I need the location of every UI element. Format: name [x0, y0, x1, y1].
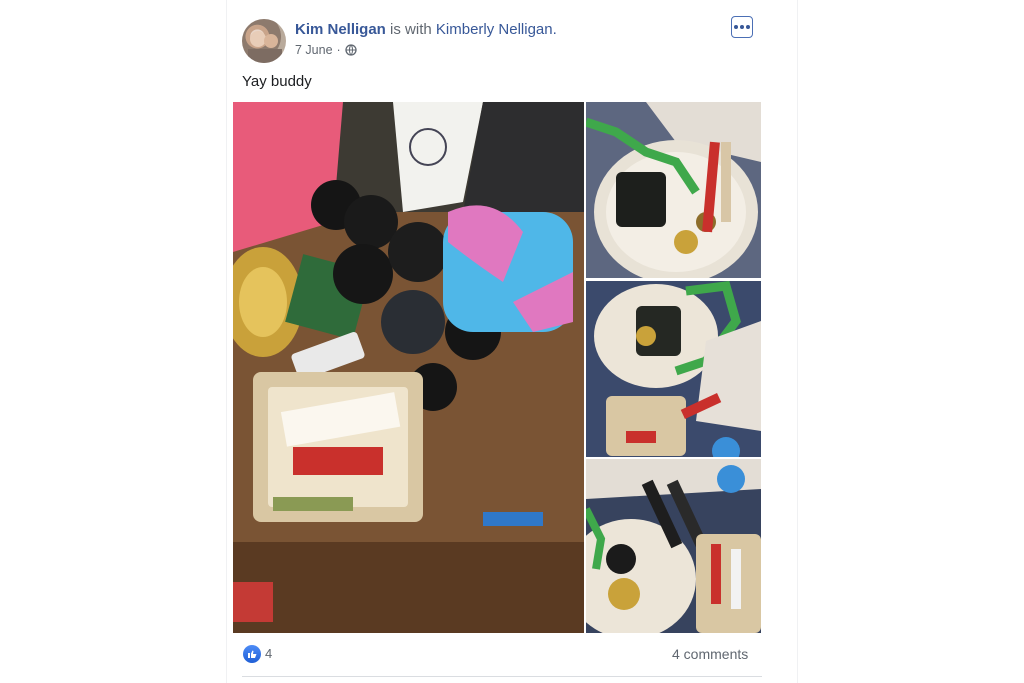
more-options-dot: [746, 25, 750, 29]
like-count[interactable]: 4: [265, 646, 272, 661]
tagged-person[interactable]: Kimberly Nelligan.: [436, 21, 557, 38]
meta-separator: ·: [336, 43, 341, 57]
footer-divider: [242, 676, 762, 677]
with-text: is with: [390, 21, 432, 38]
post-header: Kim Nelligan is with Kimberly Nelligan.: [295, 21, 557, 38]
more-options-dot: [740, 25, 744, 29]
more-options-button[interactable]: [731, 16, 753, 38]
post-caption: Yay buddy: [242, 73, 312, 90]
author-avatar[interactable]: [242, 19, 286, 63]
side-photo-2[interactable]: [586, 281, 761, 457]
author-name[interactable]: Kim Nelligan: [295, 21, 386, 38]
globe-icon[interactable]: [345, 44, 357, 56]
more-options-icon: [734, 25, 738, 29]
comments-link[interactable]: 4 comments: [672, 646, 748, 662]
post-date[interactable]: 7 June: [295, 43, 333, 57]
side-photo-1[interactable]: [586, 102, 761, 278]
side-photo-3[interactable]: [586, 459, 761, 633]
like-icon[interactable]: [243, 645, 261, 663]
main-photo[interactable]: [233, 102, 584, 633]
post-meta: 7 June ·: [295, 43, 357, 57]
